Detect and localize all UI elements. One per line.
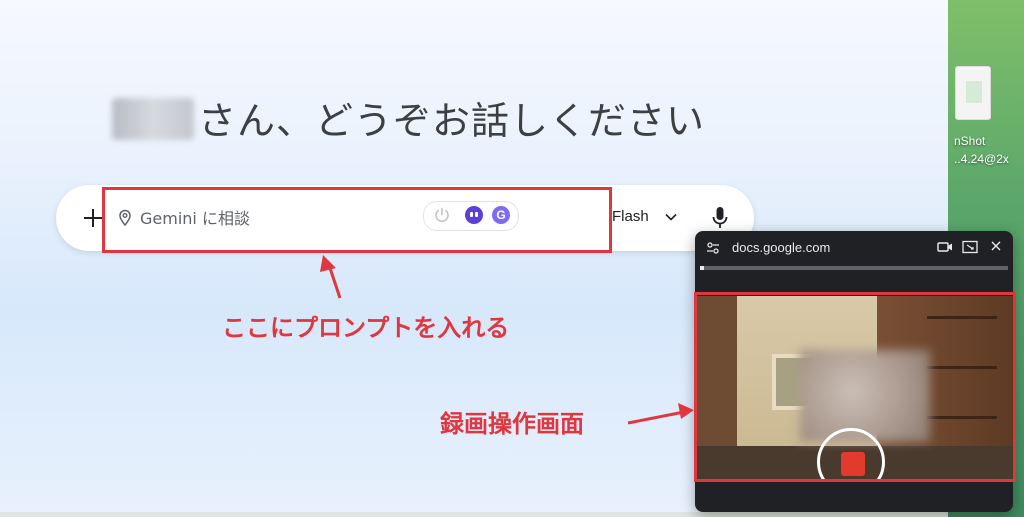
camera-icon[interactable] [937,240,953,254]
model-selector-label[interactable]: Flash [612,208,649,225]
tune-icon[interactable] [706,241,720,255]
recording-highlight-box [694,292,1016,482]
desktop-file-thumbnail[interactable] [955,66,991,120]
prompt-highlight-box [102,187,612,253]
window-bottom-edge [0,512,948,517]
prompt-annotation-label: ここにプロンプトを入れる [222,314,510,342]
pip-url: docs.google.com [732,240,831,255]
chevron-down-icon[interactable] [664,210,678,224]
pip-progress-bar[interactable] [700,266,1008,270]
desktop-file-name-line1: nShot [954,134,986,148]
recording-annotation-label: 録画操作画面 [440,410,584,438]
blurred-user-name [112,98,194,140]
video-control-bar [697,480,1013,504]
mic-icon[interactable] [710,205,730,231]
close-icon[interactable]: × [988,237,1004,255]
greeting-text: さん、どうぞお話しください [198,99,706,143]
pip-progress-fill [700,266,704,270]
desktop-file-name-line2: ..4.24@2x [954,152,1009,166]
expand-icon[interactable] [962,240,978,254]
